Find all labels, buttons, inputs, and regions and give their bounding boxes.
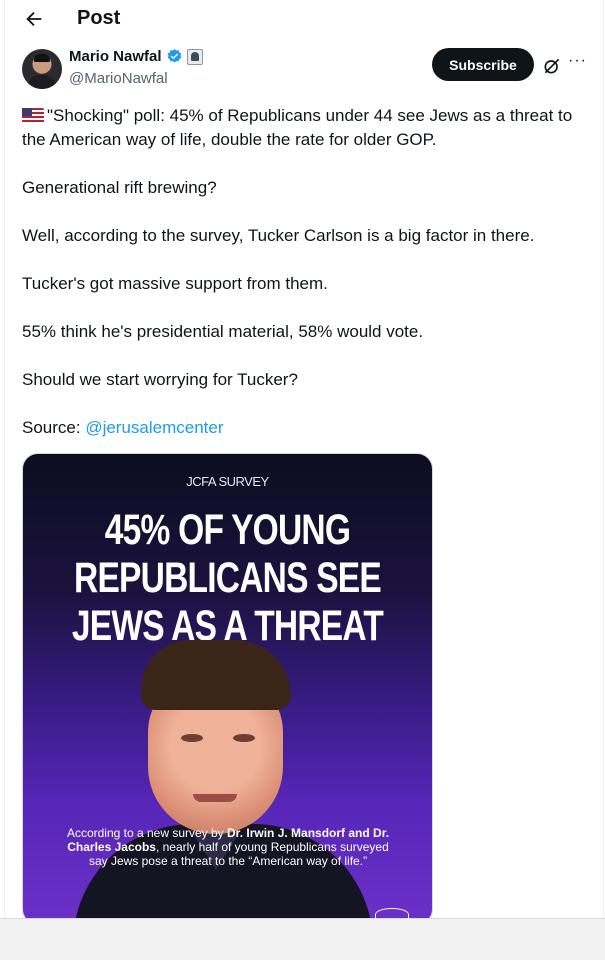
post-image[interactable]: JCFA SURVEY 45% OF YOUNG REPUBLICANS SEE… [22, 453, 433, 918]
avatar-body [28, 75, 56, 89]
image-headline: 45% OF YOUNG REPUBLICANS SEE JEWS AS A T… [68, 506, 387, 650]
headline-line: 45% OF YOUNG [104, 506, 351, 554]
affiliate-badge-icon[interactable] [186, 48, 203, 65]
more-icon[interactable]: ··· [568, 52, 587, 70]
avatar-hair [34, 54, 50, 62]
verified-badge-icon[interactable] [166, 48, 183, 65]
subscribe-button[interactable]: Subscribe [432, 48, 534, 81]
post-view: Post Mario Nawfal @MarioNawfal Subscribe… [4, 0, 604, 918]
caption-text: According to a new survey by [66, 826, 228, 840]
portrait-hair [141, 640, 291, 710]
back-arrow-icon[interactable] [23, 8, 45, 30]
grok-icon[interactable] [542, 56, 562, 76]
post-paragraph: Well, according to the survey, Tucker Ca… [22, 226, 535, 245]
portrait-eye [181, 734, 203, 742]
post-text: "Shocking" poll: 45% of Republicans unde… [22, 104, 592, 440]
source-label: Source: [22, 418, 86, 437]
bottom-bar [0, 918, 605, 960]
post-line: "Shocking" poll: 45% of Republicans unde… [22, 106, 573, 149]
post-paragraph: Tucker's got massive support from them. [22, 274, 328, 293]
author-name[interactable]: Mario Nawfal [69, 48, 162, 65]
post-header: Post [5, 0, 603, 40]
us-flag-icon [22, 108, 44, 123]
post-paragraph: "Shocking" poll: 45% of Republicans unde… [22, 104, 592, 152]
avatar[interactable] [22, 49, 62, 89]
portrait-mouth [193, 794, 237, 802]
image-kicker: JCFA SURVEY [186, 474, 269, 489]
post-paragraph: Source: @jerusalemcenter [22, 416, 592, 440]
source-link[interactable]: @jerusalemcenter [85, 418, 223, 437]
page-title: Post [77, 7, 121, 29]
portrait-eye [233, 734, 255, 742]
headline-line: REPUBLICANS SEE [73, 554, 382, 602]
post-paragraph: Generational rift brewing? [22, 178, 217, 197]
author-name-row: Mario Nawfal [69, 48, 203, 65]
author-handle[interactable]: @MarioNawfal [69, 70, 168, 87]
post-paragraph: 55% think he's presidential material, 58… [22, 322, 424, 341]
image-caption: According to a new survey by Dr. Irwin J… [63, 826, 393, 868]
logo-icon [375, 908, 409, 918]
post-paragraph: Should we start worrying for Tucker? [22, 370, 298, 389]
